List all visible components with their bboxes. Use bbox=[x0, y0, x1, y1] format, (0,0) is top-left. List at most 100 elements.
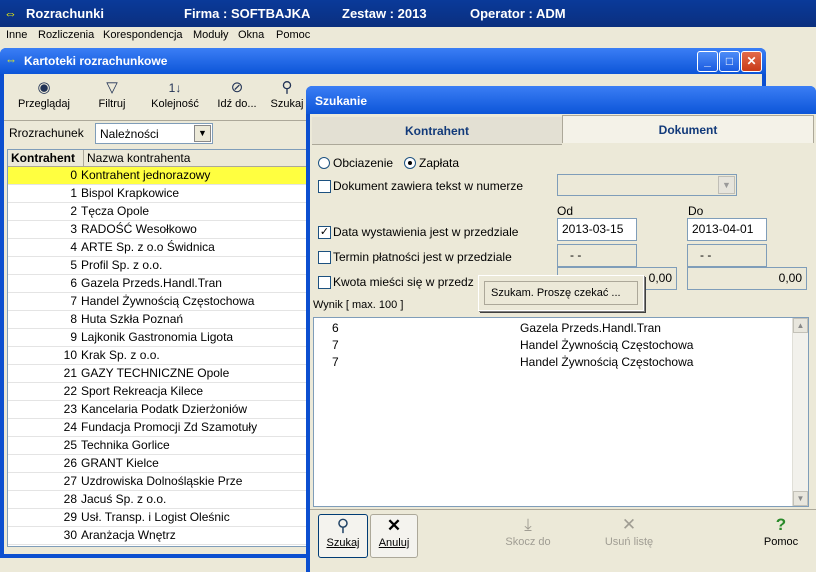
rozrachunek-select[interactable]: Należności ▼ bbox=[95, 123, 213, 144]
table-row[interactable]: 25 Technika Gorlice bbox=[8, 437, 308, 455]
minimize-button[interactable]: _ bbox=[697, 51, 718, 72]
przegladaj-button[interactable]: ◉ Przeglądaj bbox=[14, 78, 74, 118]
maximize-button[interactable]: □ bbox=[719, 51, 740, 72]
pomoc-button[interactable]: ? Pomoc bbox=[758, 514, 804, 558]
table-row[interactable]: 26 GRANT Kielce bbox=[8, 455, 308, 473]
app-title-bar: ⇔ Rozrachunki Firma : SOFTBAJKA Zestaw :… bbox=[0, 0, 816, 27]
kwota-do-input[interactable]: 0,00 bbox=[687, 267, 807, 290]
table-row[interactable]: 24 Fundacja Promocji Zd Szamotuły bbox=[8, 419, 308, 437]
result-name[interactable]: Handel Żywnością Częstochowa bbox=[520, 338, 693, 352]
kontrahent-name: RADOŚĆ Wesołkowo bbox=[81, 222, 197, 236]
table-row[interactable]: 5 Profil Sp. z o.o. bbox=[8, 257, 308, 275]
kontrahent-id: 8 bbox=[70, 312, 77, 326]
chevron-down-icon[interactable]: ▼ bbox=[718, 176, 735, 194]
menu-inne[interactable]: Inne bbox=[6, 29, 27, 41]
column-header-nazwa[interactable]: Nazwa kontrahenta bbox=[84, 150, 308, 167]
rozrachunek-value: Należności bbox=[100, 127, 159, 141]
kontrahent-name: GAZY TECHNICZNE Opole bbox=[81, 366, 230, 380]
table-row[interactable]: 3 RADOŚĆ Wesołkowo bbox=[8, 221, 308, 239]
checkbox-tekst[interactable] bbox=[318, 180, 331, 193]
idz-do-button[interactable]: ⊘ Idź do... bbox=[212, 78, 262, 118]
wynik-list[interactable]: ▲ ▼ 6 Gazela Przeds.Handl.Tran 7 Handel Żyw… bbox=[313, 317, 809, 507]
termin-od-input[interactable]: - - bbox=[557, 244, 637, 267]
radio-obciazenie[interactable] bbox=[318, 157, 330, 169]
result-name[interactable]: Gazela Przeds.Handl.Tran bbox=[520, 321, 661, 335]
scrollbar[interactable]: ▲ ▼ bbox=[792, 318, 808, 506]
checkbox-kwota[interactable] bbox=[318, 276, 331, 289]
skocz-do-button[interactable]: ⤓ Skocz do bbox=[498, 514, 558, 558]
wynik-label: Wynik [ max. 100 ] bbox=[313, 299, 404, 311]
menu-pomoc[interactable]: Pomoc bbox=[276, 29, 310, 41]
data-do-input[interactable]: 2013-04-01 bbox=[687, 218, 767, 241]
table-row[interactable]: 10 Krak Sp. z o.o. bbox=[8, 347, 308, 365]
table-row[interactable]: 22 Sport Rekreacja Kilece bbox=[8, 383, 308, 401]
menu-rozliczenia[interactable]: Rozliczenia bbox=[38, 29, 94, 41]
table-row[interactable]: 4 ARTE Sp. z o.o Świdnica bbox=[8, 239, 308, 257]
tab-dokument[interactable]: Dokument bbox=[562, 115, 814, 143]
kontrahent-id: 21 bbox=[63, 366, 77, 380]
checkbox-data[interactable]: ✓ bbox=[318, 226, 331, 239]
menu-bar: Inne Rozliczenia Korespondencja Moduły O… bbox=[0, 27, 816, 45]
table-row[interactable]: 2 Tęcza Opole bbox=[8, 203, 308, 221]
kontrahent-name: Gazela Przeds.Handl.Tran bbox=[81, 276, 222, 290]
kontrahent-name: Aranżacja Wnętrz bbox=[81, 528, 176, 542]
table-row[interactable]: 0 Kontrahent jednorazowy bbox=[8, 167, 308, 185]
table-row[interactable]: 30 Aranżacja Wnętrz bbox=[8, 527, 308, 545]
x-icon: ✕ bbox=[386, 516, 402, 535]
szukanie-title-bar: Szukanie bbox=[306, 86, 816, 114]
kontrahent-list[interactable]: Kontrahent Nazwa kontrahenta 0 Kontrahent… bbox=[7, 149, 309, 547]
result-id[interactable]: 6 bbox=[332, 321, 339, 335]
termin-do-input[interactable]: - - bbox=[687, 244, 767, 267]
kontrahent-id: 10 bbox=[63, 348, 77, 362]
funnel-icon: ▽ bbox=[106, 79, 118, 96]
label-od: Od bbox=[557, 204, 574, 218]
usun-liste-button[interactable]: ✕ Usuń listę bbox=[598, 514, 660, 558]
menu-okna[interactable]: Okna bbox=[238, 29, 264, 41]
window-arrows-icon: ⇔ bbox=[5, 53, 17, 67]
tab-kontrahent[interactable]: Kontrahent bbox=[312, 117, 562, 145]
checkbox-data-label: Data wystawienia jest w przedziale bbox=[333, 225, 519, 239]
kartoteki-title-bar: ⇔ Kartoteki rozrachunkowe _ □ ✕ bbox=[0, 48, 766, 74]
kontrahent-name: Sport Rekreacja Kilece bbox=[81, 384, 204, 398]
kontrahent-id: 4 bbox=[70, 240, 77, 254]
download-arrow-icon: ⤓ bbox=[524, 515, 532, 534]
chevron-down-icon[interactable]: ▼ bbox=[194, 125, 211, 142]
menu-korespondencja[interactable]: Korespondencja bbox=[103, 29, 183, 41]
filtruj-button[interactable]: ▽ Filtruj bbox=[84, 78, 140, 118]
szukaj-toolbar-button[interactable]: ⚲ Szukaj bbox=[266, 78, 308, 118]
radio-zaplata[interactable] bbox=[404, 157, 416, 169]
table-row[interactable]: 8 Huta Szkła Poznań bbox=[8, 311, 308, 329]
goto-icon: ⊘ bbox=[230, 79, 244, 96]
table-row[interactable]: 9 Lajkonik Gastronomia Ligota bbox=[8, 329, 308, 347]
menu-moduly[interactable]: Moduły bbox=[193, 29, 228, 41]
table-row[interactable]: 7 Handel Żywnością Częstochowa bbox=[8, 293, 308, 311]
close-button[interactable]: ✕ bbox=[741, 51, 762, 72]
tekst-select[interactable]: ▼ bbox=[557, 174, 737, 196]
kolejnosc-button[interactable]: 1↓ Kolejność bbox=[146, 78, 204, 118]
kontrahent-name: Huta Szkła Poznań bbox=[81, 312, 184, 326]
radio-zaplata-label: Zapłata bbox=[419, 156, 460, 170]
table-row[interactable]: 21 GAZY TECHNICZNE Opole bbox=[8, 365, 308, 383]
table-row[interactable]: 6 Gazela Przeds.Handl.Tran bbox=[8, 275, 308, 293]
table-row[interactable]: 29 Usł. Transp. i Logist Oleśnic bbox=[8, 509, 308, 527]
data-od-input[interactable]: 2013-03-15 bbox=[557, 218, 637, 241]
table-row[interactable]: 23 Kancelaria Podatk Dzierżoniów bbox=[8, 401, 308, 419]
table-row[interactable]: 27 Uzdrowiska Dolnośląskie Prze bbox=[8, 473, 308, 491]
anuluj-button[interactable]: ✕ Anuluj bbox=[370, 514, 418, 558]
checkbox-termin[interactable] bbox=[318, 251, 331, 264]
kontrahent-name: Lajkonik Gastronomia Ligota bbox=[81, 330, 234, 344]
scroll-down-icon[interactable]: ▼ bbox=[793, 491, 808, 506]
checkbox-kwota-label: Kwota mieści się w przedz bbox=[333, 275, 474, 289]
result-name[interactable]: Handel Żywnością Częstochowa bbox=[520, 355, 693, 369]
kontrahent-id: 3 bbox=[70, 222, 77, 236]
scroll-up-icon[interactable]: ▲ bbox=[793, 318, 808, 333]
result-id[interactable]: 7 bbox=[332, 338, 339, 352]
kontrahent-id: 28 bbox=[63, 492, 77, 506]
table-row[interactable]: 28 Jacuś Sp. z o.o. bbox=[8, 491, 308, 509]
szukaj-button[interactable]: ⚲ Szukaj bbox=[318, 514, 368, 558]
rozrachunek-label: Rrozrachunek bbox=[9, 126, 84, 140]
table-row[interactable]: 1 Bispol Krapkowice bbox=[8, 185, 308, 203]
result-id[interactable]: 7 bbox=[332, 355, 339, 369]
column-header-kontrahent[interactable]: Kontrahent bbox=[8, 150, 84, 167]
kontrahent-name: Bispol Krapkowice bbox=[81, 186, 180, 200]
